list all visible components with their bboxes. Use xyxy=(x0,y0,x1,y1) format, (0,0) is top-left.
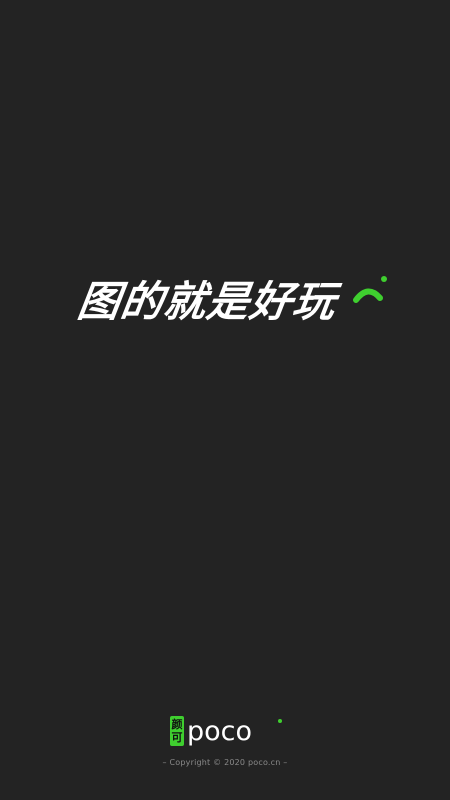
badge-char-2: 可 xyxy=(171,731,183,744)
brand-name: poco xyxy=(187,716,252,746)
copyright-text: – Copyright © 2020 poco.cn – xyxy=(162,758,288,767)
brand-dot-icon xyxy=(278,719,282,723)
slogan-text: 图的就是好玩 xyxy=(74,277,340,326)
splash-screen: 图的就是好玩 颜 可 poco – Copyright © 2020 poco.… xyxy=(0,0,450,800)
badge-char-1: 颜 xyxy=(171,718,183,731)
signal-arc-icon xyxy=(353,276,387,303)
brand-badge: 颜 可 xyxy=(170,716,184,746)
brand-logo: 颜 可 poco xyxy=(0,714,450,748)
poco-wordmark: poco xyxy=(187,716,282,746)
